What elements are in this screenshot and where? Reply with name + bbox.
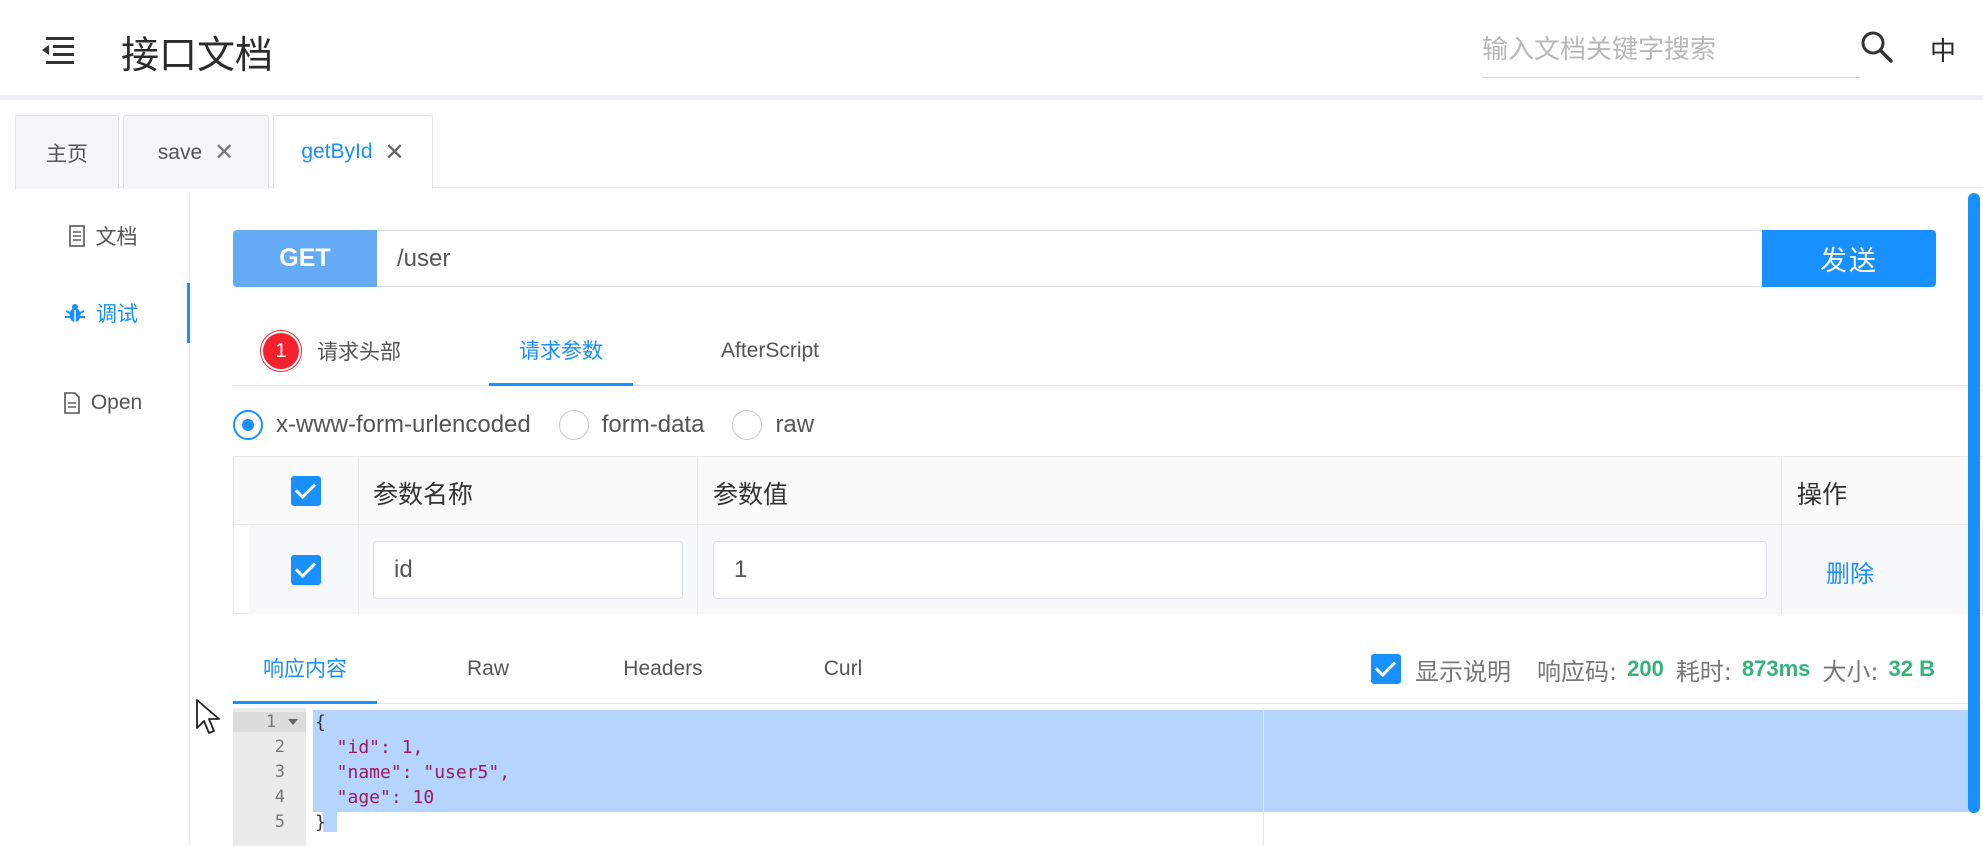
- sidebar: 文档 调试 Open: [15, 193, 190, 846]
- bug-icon: [65, 304, 85, 322]
- code-line: {: [315, 712, 326, 733]
- sidebar-item-label: Open: [90, 391, 143, 414]
- print-margin: [1263, 708, 1264, 846]
- count-badge: 1: [261, 331, 301, 371]
- tab-response-content[interactable]: 响应内容: [233, 634, 377, 704]
- column-divider: [1781, 457, 1782, 614]
- http-method-tag: GET: [233, 230, 377, 287]
- table-header: [234, 457, 1983, 525]
- document-icon: [68, 225, 85, 247]
- menu-fold-icon[interactable]: [40, 34, 78, 66]
- param-value-input[interactable]: [713, 541, 1767, 599]
- tab-response-curl[interactable]: Curl: [803, 634, 883, 704]
- search-input[interactable]: [1482, 28, 1852, 72]
- radio-form-data[interactable]: form-data: [558, 410, 705, 440]
- send-button[interactable]: 发送: [1762, 230, 1936, 287]
- file-text-icon: [64, 392, 80, 414]
- column-divider: [697, 457, 698, 614]
- tab-save[interactable]: save ✕: [123, 115, 269, 189]
- param-name-input[interactable]: [373, 541, 683, 599]
- line-number: 4: [274, 787, 285, 807]
- tab-label: 请求参数: [519, 339, 603, 363]
- tab-label: Headers: [623, 657, 703, 680]
- sidebar-item-label: 文档: [95, 226, 138, 249]
- tab-label: save: [157, 140, 203, 164]
- app-title: 接口文档: [121, 33, 274, 77]
- status-label: 响应码:: [1537, 657, 1618, 686]
- tab-label: 请求头部: [317, 341, 401, 364]
- sidebar-item-debug[interactable]: 调试: [15, 283, 190, 343]
- url-input[interactable]: [377, 230, 1762, 287]
- show-desc-label: 显示说明: [1415, 657, 1511, 686]
- line-number: 3: [274, 762, 285, 782]
- sidebar-item-open[interactable]: Open: [15, 373, 190, 433]
- size-value: 32 B: [1888, 656, 1935, 681]
- tab-label: AfterScript: [720, 339, 820, 362]
- tab-response-headers[interactable]: Headers: [608, 634, 718, 704]
- response-editor[interactable]: 1 2 3 4 5 { "id": 1, "name": "user5", "a…: [233, 708, 1973, 846]
- select-all-checkbox[interactable]: [291, 476, 321, 506]
- sidebar-item-docs[interactable]: 文档: [15, 206, 190, 266]
- code-line: "id": 1,: [315, 737, 424, 758]
- radio-dot: [558, 410, 589, 440]
- code-line: "age": 10: [315, 787, 435, 808]
- close-icon[interactable]: ✕: [214, 138, 234, 167]
- app-header: 接口文档 中: [0, 0, 1983, 100]
- row-checkbox[interactable]: [291, 555, 321, 585]
- line-number: 5: [274, 812, 285, 832]
- search-icon[interactable]: [1860, 30, 1894, 64]
- code-line: "name": "user5",: [315, 762, 511, 783]
- mouse-cursor-icon: [196, 699, 220, 734]
- column-header-value: 参数值: [713, 480, 789, 509]
- show-desc-checkbox[interactable]: [1371, 654, 1401, 684]
- tab-getbyid[interactable]: getById ✕: [273, 115, 433, 189]
- response-meta: 显示说明 响应码: 200 耗时: 873ms 大小: 32 B: [1371, 651, 1935, 687]
- tab-afterscript[interactable]: AfterScript: [695, 316, 845, 386]
- column-header-action: 操作: [1797, 480, 1848, 509]
- delete-link[interactable]: 删除: [1826, 554, 1874, 589]
- params-table: 参数名称 参数值 操作 删除: [233, 456, 1983, 614]
- tab-response-raw[interactable]: Raw: [443, 634, 533, 704]
- code-line: }: [315, 812, 326, 833]
- tab-request-headers[interactable]: 1 请求头部: [261, 316, 401, 386]
- page-tabs: 主页 save ✕ getById ✕: [15, 115, 1983, 189]
- line-number: 2: [274, 737, 285, 757]
- tab-label: 主页: [46, 142, 88, 166]
- search-box: [1482, 24, 1860, 78]
- body-type-selector: x-www-form-urlencoded form-data raw: [233, 405, 842, 445]
- radio-dot: [732, 410, 763, 440]
- radio-label: form-data: [601, 411, 705, 438]
- close-icon[interactable]: ✕: [385, 138, 405, 167]
- radio-urlencoded[interactable]: x-www-form-urlencoded: [233, 410, 531, 440]
- tab-home[interactable]: 主页: [15, 115, 119, 189]
- tab-label: Raw: [466, 657, 509, 680]
- time-value: 873ms: [1741, 656, 1811, 681]
- vertical-scrollbar[interactable]: [1968, 193, 1980, 813]
- language-switch[interactable]: 中: [1930, 31, 1956, 68]
- column-header-name: 参数名称: [373, 480, 474, 509]
- radio-dot: [233, 410, 263, 440]
- radio-label: x-www-form-urlencoded: [276, 411, 531, 438]
- tab-label: getById: [301, 140, 373, 163]
- fold-arrow-icon[interactable]: [288, 719, 298, 725]
- column-divider: [358, 457, 359, 614]
- sidebar-item-label: 调试: [96, 303, 138, 326]
- radio-raw[interactable]: raw: [732, 410, 814, 440]
- radio-label: raw: [775, 411, 815, 438]
- tab-label: Curl: [823, 657, 863, 680]
- size-label: 大小:: [1822, 657, 1879, 686]
- status-value: 200: [1627, 656, 1664, 681]
- tab-request-params[interactable]: 请求参数: [489, 316, 633, 386]
- request-tabs: 1 请求头部 请求参数 AfterScript: [233, 316, 1983, 386]
- text-selection: [313, 710, 1973, 812]
- tab-label: 响应内容: [263, 657, 347, 681]
- time-label: 耗时:: [1675, 657, 1732, 686]
